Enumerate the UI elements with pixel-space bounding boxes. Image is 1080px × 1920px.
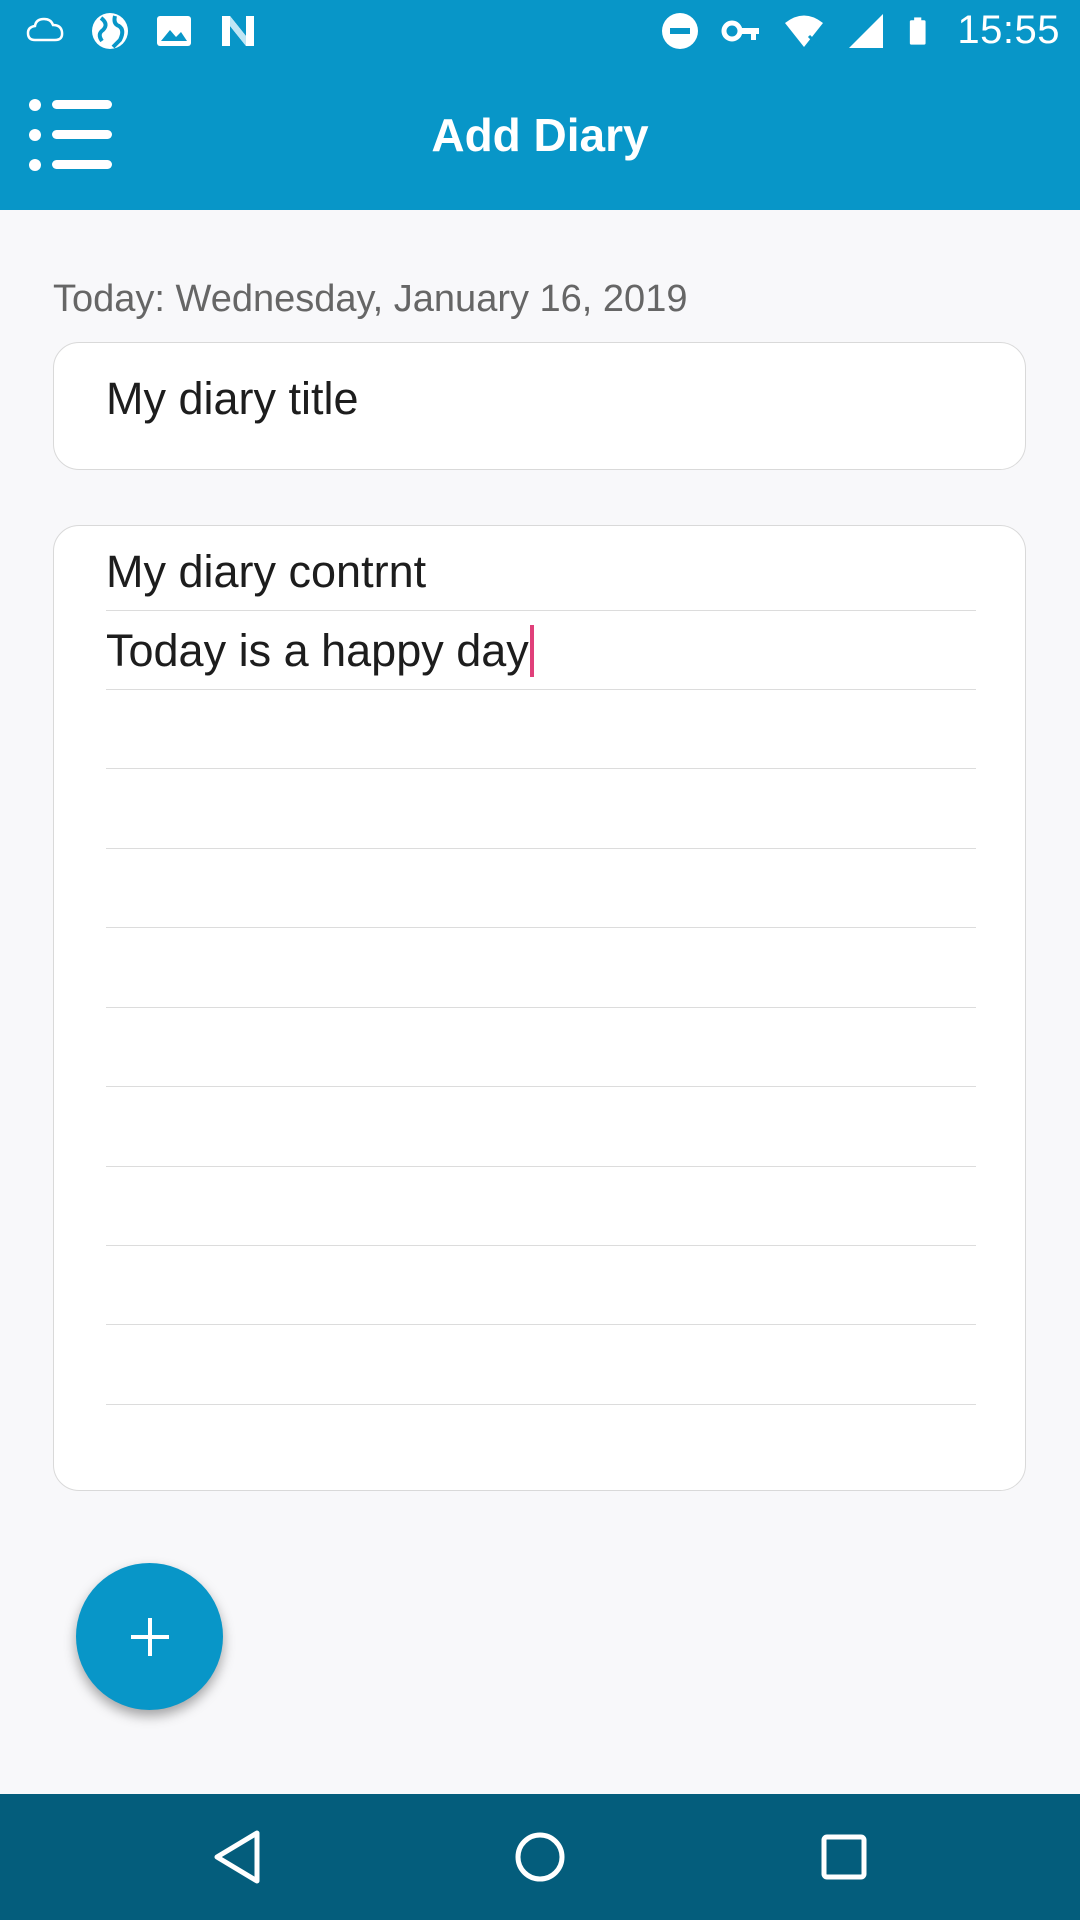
content-line[interactable]: Today is a happy day [106,611,976,690]
content-line[interactable] [106,1326,976,1405]
plus-icon [131,1618,169,1656]
date-label: Today: Wednesday, January 16, 2019 [53,278,688,320]
battery-icon [910,16,926,45]
status-left-icons [25,10,259,52]
content-line[interactable] [106,1167,976,1246]
content-field[interactable]: My diary contrnt Today is a happy day [53,525,1026,1491]
title-field-container [53,342,1026,470]
clock: 15:55 [957,8,1060,52]
content-line[interactable] [106,929,976,1008]
content-line[interactable] [106,1008,976,1087]
content-line[interactable] [106,1088,976,1167]
cloud-icon [26,17,64,42]
globe-icon [92,13,128,49]
wifi-icon [785,15,824,47]
system-nav-bar [0,1794,1080,1920]
content-line[interactable] [106,849,976,928]
cell-signal-icon [849,13,884,48]
content-line[interactable] [106,690,976,769]
content-line[interactable]: My diary contrnt [106,532,976,611]
add-button[interactable] [76,1563,223,1710]
text-cursor [529,625,534,678]
home-icon[interactable] [510,1827,570,1887]
back-icon[interactable] [207,1827,267,1887]
status-bar: 15:55 [0,0,1080,63]
app-bar: Add Diary [0,63,1080,210]
recents-icon[interactable] [814,1827,874,1887]
status-right-icons: 15:55 [659,8,1060,53]
n-app-icon [222,16,254,46]
page-title: Add Diary [431,109,649,161]
content-line[interactable] [106,1246,976,1325]
vpn-key-icon [721,20,760,41]
do-not-disturb-icon [662,12,699,49]
title-input[interactable] [106,373,966,425]
content-line[interactable] [106,770,976,849]
image-icon [157,16,191,46]
